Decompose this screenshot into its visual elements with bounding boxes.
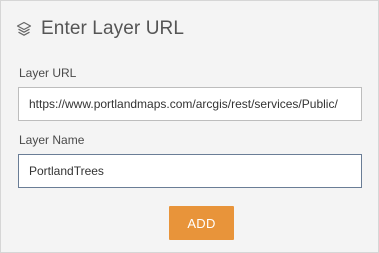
layer-name-input[interactable] — [18, 154, 362, 188]
layers-icon — [16, 21, 32, 37]
layer-url-label: Layer URL — [19, 66, 77, 80]
panel-title: Enter Layer URL — [41, 18, 185, 39]
panel-header: Enter Layer URL — [16, 18, 184, 40]
layer-url-input[interactable] — [18, 87, 362, 121]
enter-layer-url-panel: Enter Layer URL Layer URL Layer Name ADD — [0, 0, 379, 253]
layer-name-label: Layer Name — [19, 133, 85, 147]
add-button[interactable]: ADD — [169, 206, 234, 240]
